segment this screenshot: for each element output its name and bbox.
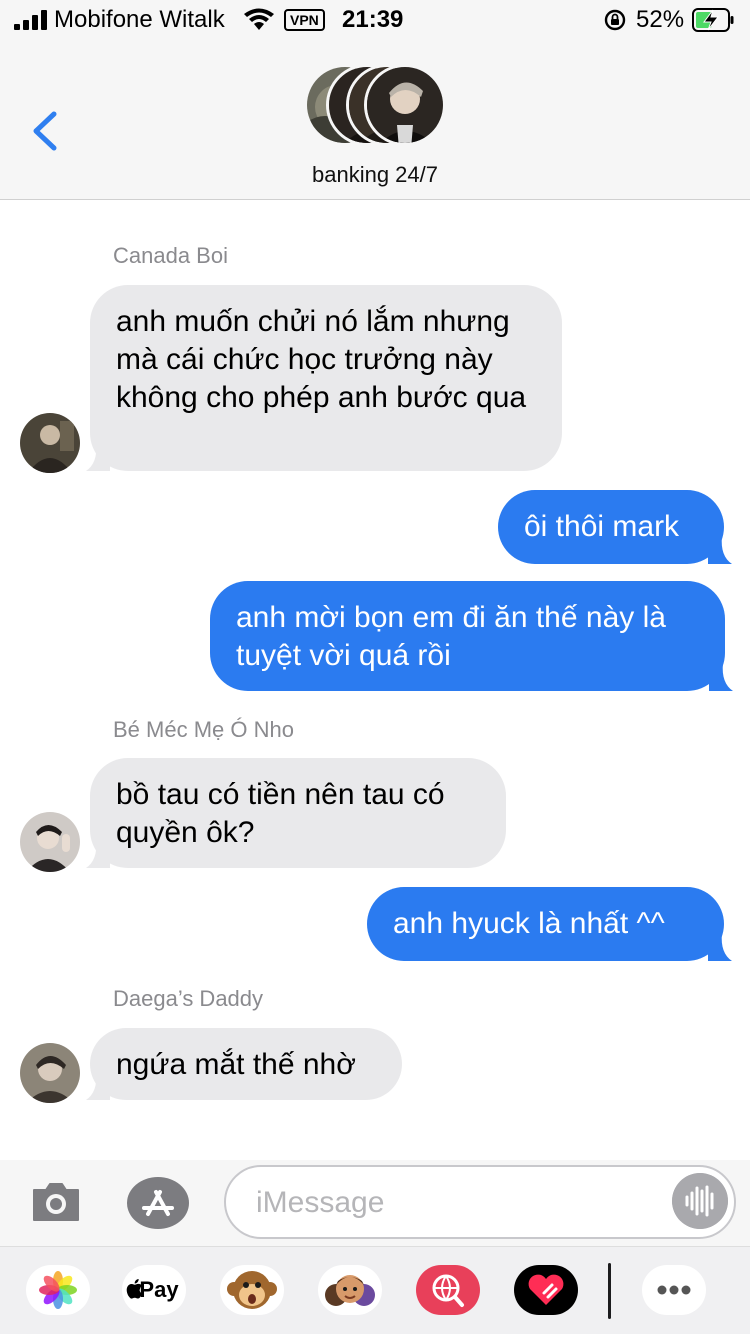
message-field[interactable] bbox=[224, 1165, 736, 1239]
message-bubble-incoming[interactable]: anh muốn chửi nó lắm nhưng mà cái chức h… bbox=[90, 285, 562, 471]
bubble-tail bbox=[86, 1072, 110, 1100]
web-search-button[interactable] bbox=[416, 1265, 480, 1315]
back-button[interactable] bbox=[26, 106, 66, 156]
battery-charging-icon bbox=[692, 8, 734, 32]
message-bubble-incoming[interactable]: bồ tau có tiền nên tau có quyền ôk? bbox=[90, 758, 506, 868]
photos-icon bbox=[39, 1271, 77, 1309]
bubble-tail bbox=[86, 840, 110, 868]
group-avatar-stack[interactable] bbox=[304, 64, 448, 148]
message-bubble-outgoing[interactable]: anh mời bọn em đi ăn thế này là tuyệt vờ… bbox=[210, 581, 725, 691]
drawer-divider bbox=[608, 1263, 611, 1319]
bubble-tail bbox=[708, 933, 732, 961]
more-icon bbox=[657, 1285, 691, 1295]
imessage-app-drawer: Pay bbox=[0, 1246, 750, 1334]
bubble-tail bbox=[86, 443, 110, 471]
digital-touch-icon bbox=[528, 1274, 564, 1305]
signal-icon bbox=[14, 10, 48, 30]
message-bubble-outgoing[interactable]: ôi thôi mark bbox=[498, 490, 724, 564]
vpn-badge: VPN bbox=[284, 9, 325, 31]
orientation-lock-icon bbox=[604, 9, 626, 31]
bubble-tail bbox=[709, 663, 733, 691]
sender-avatar[interactable] bbox=[20, 413, 80, 473]
message-bubble-outgoing[interactable]: anh hyuck là nhất ^^ bbox=[367, 887, 724, 961]
group-name[interactable]: banking 24/7 bbox=[0, 162, 750, 188]
carrier-name: Mobifone Witalk bbox=[54, 6, 225, 33]
sender-name: Canada Boi bbox=[113, 243, 228, 268]
message-bubble-incoming[interactable]: ngứa mắt thế nhờ bbox=[90, 1028, 402, 1100]
wifi-icon bbox=[244, 8, 274, 30]
sender-avatar[interactable] bbox=[20, 812, 80, 872]
audio-message-button[interactable] bbox=[672, 1173, 728, 1229]
battery-percent: 52% bbox=[636, 6, 685, 33]
apple-pay-label: Pay bbox=[139, 1277, 179, 1302]
camera-button[interactable] bbox=[30, 1176, 82, 1228]
message-input-bar bbox=[0, 1160, 750, 1246]
memoji-button[interactable] bbox=[318, 1265, 382, 1315]
conversation-header: banking 24/7 bbox=[0, 40, 750, 200]
web-search-icon bbox=[432, 1274, 464, 1307]
status-time: 21:39 bbox=[342, 6, 404, 33]
sender-name: Bé Méc Mẹ Ó Nho bbox=[113, 717, 294, 742]
animoji-button[interactable] bbox=[220, 1265, 284, 1315]
more-apps-button[interactable] bbox=[642, 1265, 706, 1315]
message-input[interactable] bbox=[256, 1183, 656, 1223]
memoji-icon bbox=[325, 1275, 375, 1306]
apple-pay-button[interactable]: Pay bbox=[122, 1265, 186, 1315]
member-avatar bbox=[364, 64, 446, 146]
status-bar: Mobifone Witalk VPN 21:39 52% bbox=[0, 0, 750, 40]
photos-app-button[interactable] bbox=[26, 1265, 90, 1315]
digital-touch-button[interactable] bbox=[514, 1265, 578, 1315]
animoji-monkey-icon bbox=[227, 1271, 277, 1309]
bubble-tail bbox=[708, 536, 732, 564]
sender-avatar[interactable] bbox=[20, 1043, 80, 1103]
sender-name: Daega’s Daddy bbox=[113, 986, 264, 1011]
app-store-button[interactable] bbox=[126, 1176, 190, 1230]
